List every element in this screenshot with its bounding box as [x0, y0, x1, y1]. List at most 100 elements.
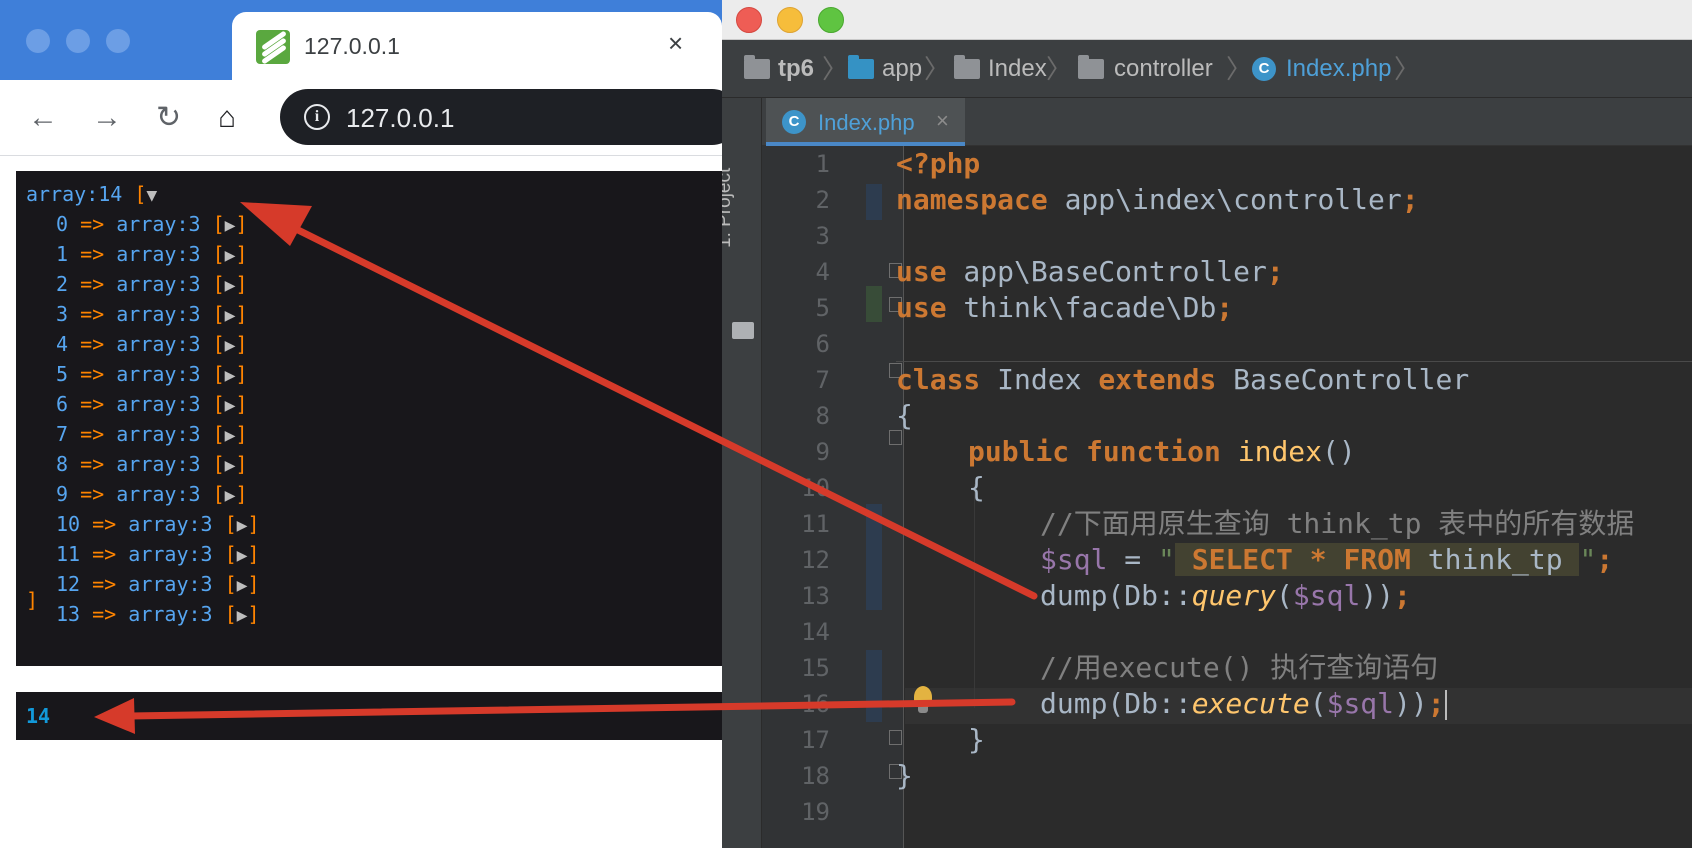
- dump-item-arrow: =>: [80, 302, 105, 326]
- dump-item: 3 => array:3 [▶]: [56, 299, 248, 329]
- breadcrumb-separator: 〉: [1046, 54, 1073, 84]
- dump-item-bracket: [: [212, 482, 225, 506]
- dump-item-bracket: [: [212, 452, 225, 476]
- dump-item-label: array:3: [128, 542, 213, 566]
- dump-item-label: array:3: [116, 482, 201, 506]
- ide-minimize-button[interactable]: [777, 7, 803, 33]
- dump-item-arrow: =>: [92, 542, 117, 566]
- indent-guide: [974, 484, 975, 708]
- dump-item-bracket: ]: [235, 332, 248, 356]
- editor-tab-index-php[interactable]: C Index.php ×: [766, 98, 965, 146]
- dump-item-arrow: =>: [80, 242, 105, 266]
- dump-item-index: 2: [56, 272, 69, 296]
- expand-toggle-icon[interactable]: ▶: [225, 395, 236, 416]
- expand-toggle-icon[interactable]: ▶: [225, 425, 236, 446]
- dump-item-index: 4: [56, 332, 69, 356]
- info-icon[interactable]: i: [304, 104, 330, 130]
- dump-item: 10 => array:3 [▶]: [56, 509, 260, 539]
- dump-item-label: array:3: [116, 392, 201, 416]
- line-number: 19: [801, 798, 830, 826]
- project-folder-icon[interactable]: [732, 322, 754, 339]
- expand-toggle-icon[interactable]: ▶: [225, 455, 236, 476]
- tab-title: 127.0.0.1: [304, 33, 400, 59]
- expand-toggle-icon[interactable]: ▶: [225, 305, 236, 326]
- home-icon[interactable]: ⌂: [218, 98, 236, 138]
- dump-item-arrow: =>: [80, 482, 105, 506]
- code-line-10: {: [968, 471, 985, 504]
- window-zoom-button[interactable]: [106, 29, 130, 53]
- dump-item-arrow: =>: [80, 362, 105, 386]
- browser-tab[interactable]: 127.0.0.1 ×: [232, 12, 722, 82]
- line-number: 17: [801, 726, 830, 754]
- browser-tab-strip: 127.0.0.1 ×: [0, 0, 722, 82]
- dump-item-bracket: ]: [235, 482, 248, 506]
- line-number: 4: [815, 258, 830, 286]
- dump-item-bracket: [: [224, 512, 237, 536]
- expand-toggle-icon[interactable]: ▶: [237, 575, 248, 596]
- dump-item-bracket: [: [212, 362, 225, 386]
- expand-toggle-icon[interactable]: ▶: [225, 365, 236, 386]
- project-tool-button[interactable]: 1: Project: [722, 168, 736, 248]
- reload-icon[interactable]: ↻: [156, 98, 181, 138]
- editor-tab-label: Index.php: [818, 110, 915, 135]
- url-text[interactable]: 127.0.0.1: [346, 103, 454, 134]
- dump-item-bracket: ]: [235, 302, 248, 326]
- breadcrumb-item-tp6[interactable]: tp6: [778, 40, 814, 98]
- line-number: 8: [815, 402, 830, 430]
- back-arrow-icon[interactable]: ←: [28, 98, 58, 138]
- breadcrumb-item-app[interactable]: app: [882, 40, 922, 98]
- dump-item-label: array:3: [116, 242, 201, 266]
- code-line-4: use app\BaseController;: [896, 255, 1284, 288]
- expand-toggle-icon[interactable]: ▶: [237, 515, 248, 536]
- dump-item-index: 5: [56, 362, 69, 386]
- expand-toggle-icon[interactable]: ▶: [225, 275, 236, 296]
- forward-arrow-icon[interactable]: →: [92, 98, 122, 138]
- dump-item-bracket: [: [212, 212, 225, 236]
- dump-item-arrow: =>: [80, 422, 105, 446]
- dump-item-index: 8: [56, 452, 69, 476]
- dump-item-arrow: =>: [80, 212, 105, 236]
- line-number: 3: [815, 222, 830, 250]
- breadcrumb-separator: 〉: [1226, 54, 1253, 84]
- php-class-icon: C: [782, 110, 806, 134]
- editor-tab-close-icon[interactable]: ×: [936, 108, 949, 134]
- line-number-gutter: 1 2 3 4 5 6 7 8 9 10 11 12 13 14 15 16 17 18 19: [762, 146, 904, 848]
- line-number: 13: [801, 582, 830, 610]
- dump-item-bracket: ]: [235, 392, 248, 416]
- breadcrumb-item-index[interactable]: Index: [988, 40, 1047, 98]
- code-line-15: //用execute() 执行查询语句: [1040, 651, 1439, 684]
- line-number: 11: [801, 510, 830, 538]
- expand-toggle-icon[interactable]: ▶: [237, 605, 248, 626]
- expand-toggle-icon[interactable]: ▶: [225, 245, 236, 266]
- ide-close-button[interactable]: [736, 7, 762, 33]
- dump-item-bracket: [: [212, 422, 225, 446]
- ide-zoom-button[interactable]: [818, 7, 844, 33]
- window-close-button[interactable]: [26, 29, 50, 53]
- dump-item-index: 13: [56, 602, 81, 626]
- line-number: 7: [815, 366, 830, 394]
- breadcrumb-item-controller[interactable]: controller: [1114, 40, 1213, 98]
- vcs-change-marker: [866, 286, 882, 322]
- expand-toggle-icon[interactable]: ▶: [237, 545, 248, 566]
- collapse-toggle-icon[interactable]: ▼: [146, 185, 157, 206]
- dump-item-bracket: ]: [247, 602, 260, 626]
- lightbulb-icon[interactable]: [914, 686, 932, 713]
- dump-item-bracket: ]: [247, 572, 260, 596]
- dump-item-bracket: ]: [235, 212, 248, 236]
- expand-toggle-icon[interactable]: ▶: [225, 485, 236, 506]
- expand-toggle-icon[interactable]: ▶: [225, 215, 236, 236]
- dump-item-label: array:3: [116, 422, 201, 446]
- address-bar[interactable]: i 127.0.0.1: [280, 89, 722, 145]
- folder-icon: [1078, 55, 1104, 79]
- tab-close-icon[interactable]: ×: [668, 28, 683, 59]
- window-minimize-button[interactable]: [66, 29, 90, 53]
- dump-item: 11 => array:3 [▶]: [56, 539, 260, 569]
- dump-item: 7 => array:3 [▶]: [56, 419, 248, 449]
- code-line-2: namespace app\index\controller;: [896, 183, 1419, 216]
- dump-item-arrow: =>: [92, 512, 117, 536]
- expand-toggle-icon[interactable]: ▶: [225, 335, 236, 356]
- fold-marker-icon[interactable]: [889, 730, 902, 745]
- dump-item-index: 10: [56, 512, 81, 536]
- breadcrumb-item-file[interactable]: Index.php: [1286, 40, 1391, 98]
- code-line-9: public function index(): [968, 435, 1356, 468]
